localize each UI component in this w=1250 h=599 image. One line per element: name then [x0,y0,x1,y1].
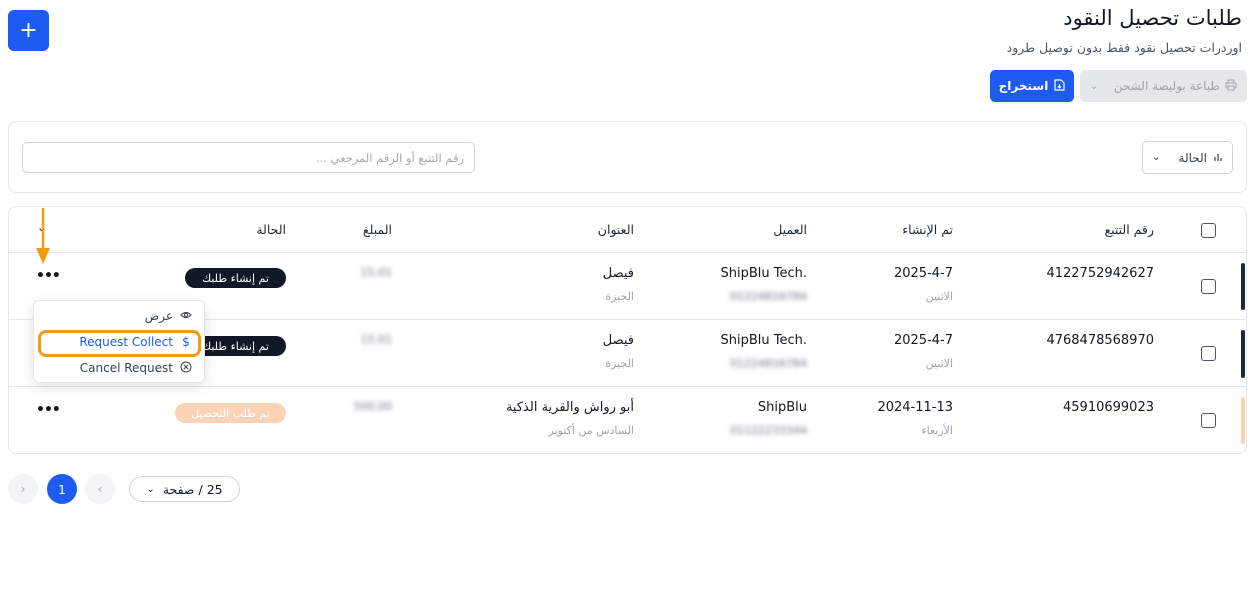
table-header: رقم التتبع تم الإنشاء العميل العنوان الم… [9,207,1246,253]
add-order-button[interactable]: + [8,10,49,51]
chevron-left-icon: ‹ [97,482,103,496]
status-filter-label: الحالة [1178,150,1207,165]
status-badge: تم إنشاء طلبك [185,268,286,288]
row-checkbox[interactable] [1201,279,1216,294]
menu-item-cancel-request[interactable]: Cancel Request [34,356,204,380]
column-amount: المبلغ [362,222,392,237]
customer-name: ShipBlu [757,400,807,415]
print-awb-button[interactable]: طباعة بوليصة الشحن ⌄ [1080,70,1247,102]
column-created: تم الإنشاء [902,222,953,237]
export-button[interactable]: استخراج [990,70,1074,102]
chevron-down-icon: ⌄ [146,483,155,495]
page-subtitle: اوردرات تحصيل نقود فقط بدون توصيل طرود [1006,40,1242,55]
more-dots-icon[interactable]: ••• [36,268,61,284]
row-edge-indicator [1241,330,1245,378]
address-area: السادس من أكتوبر [548,424,634,437]
menu-item-cancel-request-label: Cancel Request [79,361,173,375]
select-all-checkbox[interactable] [1201,223,1216,238]
menu-item-view-label: عرض [144,309,173,323]
printer-icon [1225,79,1237,94]
row-actions-menu: عرض Request Collect $ Cancel Request [33,300,205,383]
amount: 15.01 [360,266,393,279]
prev-page-button[interactable]: ‹ [85,474,115,504]
search-input[interactable] [22,142,475,173]
eye-icon [180,309,192,323]
cancel-circle-icon [180,361,192,376]
row-checkbox[interactable] [1201,413,1216,428]
print-awb-label: طباعة بوليصة الشحن [1113,79,1220,93]
column-address: العنوان [597,222,634,237]
export-label: استخراج [998,79,1049,93]
created-day: الأربعاء [921,424,953,437]
created-day: الاثنين [925,290,953,303]
menu-item-request-collect[interactable]: Request Collect $ [34,330,204,354]
address: فيصل [602,266,634,281]
per-page-label: 25 / صفحة [162,481,223,497]
chevron-right-icon: › [20,482,26,496]
per-page-select[interactable]: 25 / صفحة ⌄ [129,476,240,502]
chevron-down-icon: ⌄ [1152,152,1161,163]
status-filter[interactable]: الحالة ⌄ [1142,141,1233,174]
filter-bars-icon [1213,151,1223,165]
customer-phone: 01224816784 [730,357,807,370]
plus-icon: + [19,17,38,43]
dollar-icon: $ [182,335,190,349]
status-badge: تم طلب التحصيل [175,403,286,423]
next-page-button[interactable]: › [8,474,38,504]
column-tracking: رقم التتبع [1104,222,1154,237]
arrow-down-icon [36,208,50,270]
created-date: 2024-11-13 [877,400,953,415]
tracking-number[interactable]: 45910699023 [1063,400,1154,415]
table-row[interactable]: 45910699023 2024-11-13 الأربعاء ShipBlu … [9,387,1246,453]
created-day: الاثنين [925,357,953,370]
address-area: الجيزة [605,290,634,303]
customer-name: ShipBlu Tech. [720,266,807,281]
row-checkbox[interactable] [1201,346,1216,361]
address-area: الجيزة [605,357,634,370]
menu-item-request-collect-label: Request Collect [79,335,173,349]
created-date: 2025-4-7 [893,266,953,281]
amount: 500.00 [353,400,393,413]
created-date: 2025-4-7 [893,333,953,348]
tracking-number[interactable]: 4122752942627 [1046,266,1154,281]
column-customer: العميل [773,222,807,237]
amount: 15.01 [360,333,393,346]
column-status: الحالة [256,222,286,237]
customer-name: ShipBlu Tech. [720,333,807,348]
tracking-number[interactable]: 4768478568970 [1046,333,1154,348]
row-edge-indicator [1241,263,1245,310]
customer-phone: 01122233344 [730,424,807,437]
customer-phone: 01224816784 [730,290,807,303]
page-number-current[interactable]: 1 [47,474,77,504]
more-dots-icon[interactable]: ••• [36,402,61,418]
row-edge-indicator [1241,397,1245,444]
menu-item-view[interactable]: عرض [34,304,204,328]
document-export-icon [1054,78,1065,94]
address: فيصل [602,333,634,348]
chevron-down-icon: ⌄ [1090,80,1099,92]
address: أبو رواش والقرية الذكية [505,400,634,415]
page-title: طلبات تحصيل النقود [1063,6,1242,30]
